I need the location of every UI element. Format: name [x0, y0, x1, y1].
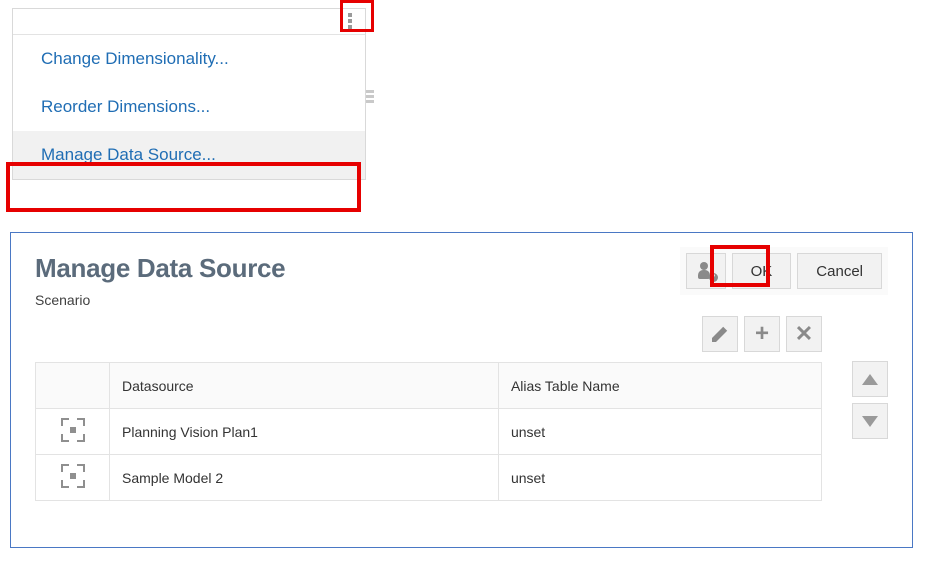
cell-datasource: Planning Vision Plan1: [110, 409, 499, 455]
table-toolbar: + ✕: [11, 316, 912, 362]
move-down-button[interactable]: [852, 403, 888, 439]
data-source-table-wrap: Datasource Alias Table Name Planning Vis…: [11, 362, 912, 501]
column-header-datasource: Datasource: [110, 363, 499, 409]
menu-item-reorder-dimensions[interactable]: Reorder Dimensions...: [13, 83, 365, 131]
cell-alias: unset: [498, 455, 821, 501]
delete-button[interactable]: ✕: [786, 316, 822, 352]
dialog-title: Manage Data Source: [35, 253, 285, 284]
menu-items: Change Dimensionality... Reorder Dimensi…: [13, 35, 365, 179]
dropdown-menu: Change Dimensionality... Reorder Dimensi…: [12, 8, 366, 180]
add-button[interactable]: +: [744, 316, 780, 352]
dialog-button-row: ? OK Cancel: [680, 247, 888, 295]
cancel-button[interactable]: Cancel: [797, 253, 882, 289]
person-help-icon: ?: [697, 262, 715, 280]
drag-handle-icon: [366, 90, 374, 108]
kebab-icon[interactable]: [339, 9, 361, 33]
data-source-table: Datasource Alias Table Name Planning Vis…: [35, 362, 822, 501]
manage-data-source-dialog: Manage Data Source Scenario ? OK Cancel …: [10, 232, 913, 548]
menu-header: [13, 9, 365, 35]
ok-button[interactable]: OK: [732, 253, 792, 289]
plus-icon: +: [755, 322, 769, 346]
pencil-icon: [712, 326, 728, 342]
table-row[interactable]: Planning Vision Plan1 unset: [36, 409, 822, 455]
dialog-subtitle: Scenario: [35, 292, 285, 308]
move-up-button[interactable]: [852, 361, 888, 397]
column-header-select: [36, 363, 110, 409]
row-select-cell[interactable]: [36, 409, 110, 455]
cell-datasource: Sample Model 2: [110, 455, 499, 501]
triangle-down-icon: [862, 416, 878, 427]
x-icon: ✕: [795, 323, 813, 345]
triangle-up-icon: [862, 374, 878, 385]
menu-item-manage-data-source[interactable]: Manage Data Source...: [13, 131, 365, 179]
select-icon: [61, 418, 85, 442]
dialog-header: Manage Data Source Scenario ? OK Cancel: [11, 233, 912, 316]
user-help-button[interactable]: ?: [686, 253, 726, 289]
row-select-cell[interactable]: [36, 455, 110, 501]
reorder-buttons: [852, 361, 888, 439]
cell-alias: unset: [498, 409, 821, 455]
table-header-row: Datasource Alias Table Name: [36, 363, 822, 409]
menu-item-change-dimensionality[interactable]: Change Dimensionality...: [13, 35, 365, 83]
column-header-alias: Alias Table Name: [498, 363, 821, 409]
select-icon: [61, 464, 85, 488]
table-row[interactable]: Sample Model 2 unset: [36, 455, 822, 501]
edit-button[interactable]: [702, 316, 738, 352]
